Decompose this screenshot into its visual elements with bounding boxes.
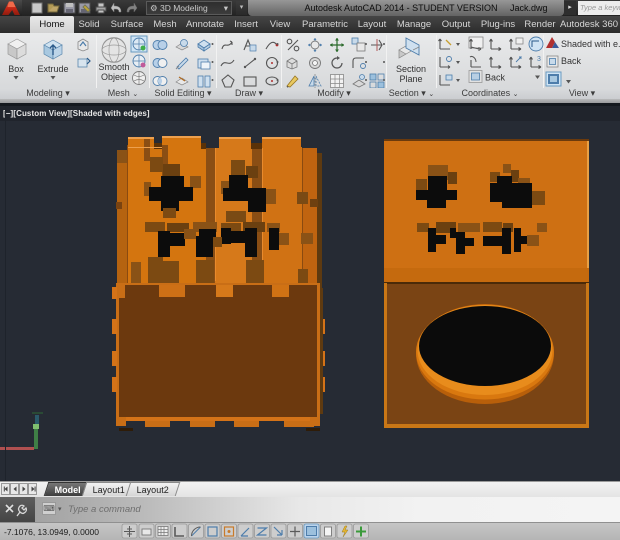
svg-text:Back: Back <box>485 73 506 83</box>
svg-text:Box: Box <box>8 64 24 74</box>
svg-text:Section: Section <box>396 64 426 74</box>
svg-text:Plane: Plane <box>399 74 422 84</box>
svg-text:Smooth: Smooth <box>98 62 129 72</box>
svg-text:3: 3 <box>537 56 541 63</box>
svg-text:Back: Back <box>561 56 582 66</box>
svg-text:Shaded with e...: Shaded with e... <box>561 39 620 49</box>
svg-text:Extrude: Extrude <box>37 64 68 74</box>
svg-text:Object: Object <box>101 72 128 82</box>
